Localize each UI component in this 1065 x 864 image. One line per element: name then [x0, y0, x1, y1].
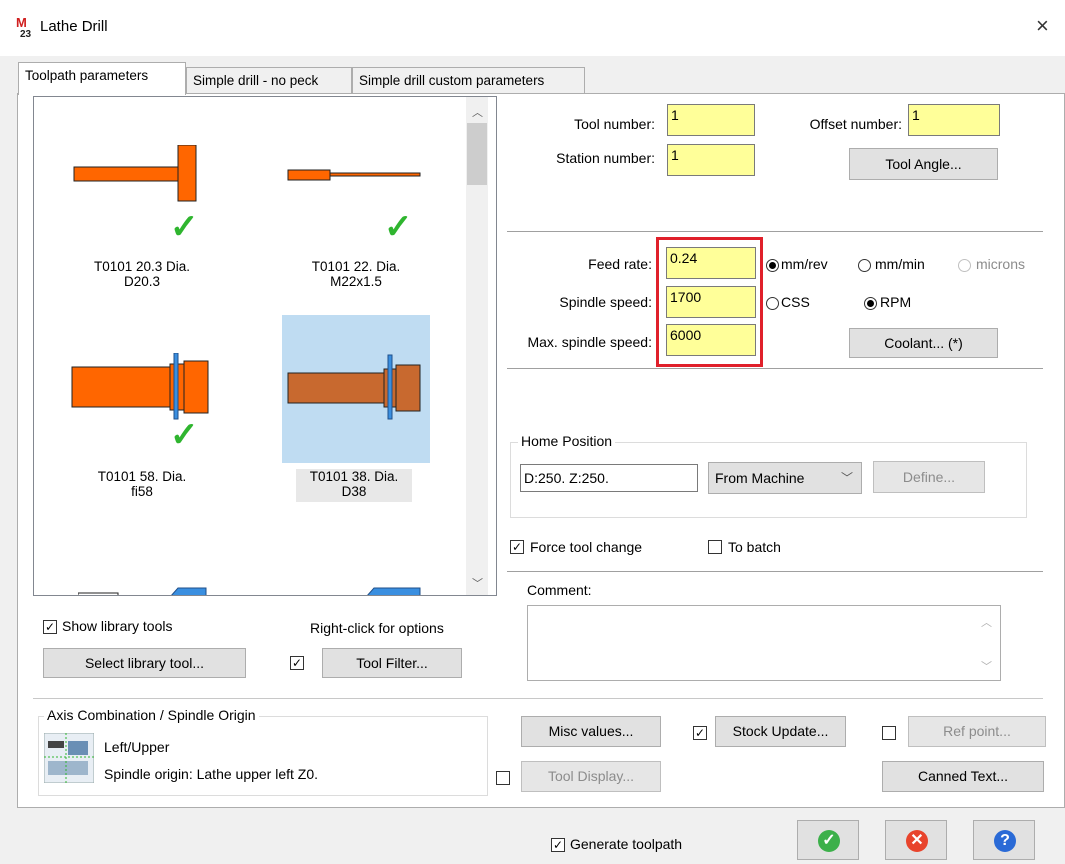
- to-batch-checkbox[interactable]: [708, 540, 722, 554]
- spindle-origin: Spindle origin: Lathe upper left Z0.: [104, 766, 319, 782]
- tab-simple-drill-no-peck[interactable]: Simple drill - no peck: [186, 67, 352, 93]
- tool-label-3[interactable]: T0101 58. Dia. fi58: [62, 469, 222, 499]
- canned-text-button[interactable]: Canned Text...: [882, 761, 1044, 792]
- offset-number-input[interactable]: 1: [908, 104, 1000, 136]
- show-library-label: Show library tools: [62, 618, 173, 634]
- tab-toolpath-parameters[interactable]: Toolpath parameters: [18, 62, 186, 95]
- force-tool-change-checkbox[interactable]: ✓: [510, 540, 524, 554]
- tool-image-partial: [78, 587, 207, 595]
- feed-rate-label: Feed rate:: [588, 256, 652, 272]
- tool-check-icon: ✓: [170, 208, 199, 246]
- help-icon: ?: [994, 830, 1016, 852]
- tool-display-checkbox[interactable]: [496, 771, 510, 785]
- coolant-button[interactable]: Coolant... (*): [849, 328, 998, 358]
- station-number-input[interactable]: 1: [667, 144, 755, 176]
- tool-image-1[interactable]: [72, 145, 212, 205]
- svg-text:M: M: [16, 15, 27, 30]
- force-tool-change-label: Force tool change: [530, 539, 643, 555]
- axis-origin-icon[interactable]: [44, 733, 94, 783]
- app-logo-icon: M 23: [16, 15, 32, 38]
- tool-label-1[interactable]: T0101 20.3 Dia. D20.3: [62, 259, 222, 289]
- tool-display-button[interactable]: Tool Display...: [521, 761, 661, 792]
- highlight-box: [656, 237, 763, 367]
- css-radio[interactable]: [766, 297, 779, 310]
- tool-label-4[interactable]: T0101 38. Dia. D38: [296, 469, 412, 502]
- misc-values-button[interactable]: Misc values...: [521, 716, 661, 747]
- tool-image-partial: [367, 587, 421, 595]
- mm-rev-label: mm/rev: [781, 256, 828, 272]
- axis-position: Left/Upper: [104, 739, 170, 755]
- check-icon: ✓: [818, 830, 840, 852]
- right-click-hint: Right-click for options: [310, 620, 444, 636]
- mm-min-label: mm/min: [875, 256, 925, 272]
- microns-radio[interactable]: [958, 259, 971, 272]
- ref-point-button[interactable]: Ref point...: [908, 716, 1046, 747]
- scrollbar-thumb[interactable]: [467, 123, 487, 185]
- tool-label-2[interactable]: T0101 22. Dia. M22x1.5: [276, 259, 436, 289]
- home-position-title: Home Position: [518, 433, 616, 449]
- axis-group-title: Axis Combination / Spindle Origin: [44, 707, 259, 723]
- home-source-value: From Machine: [715, 470, 805, 486]
- rpm-radio[interactable]: [864, 297, 877, 310]
- tool-filter-checkbox[interactable]: ✓: [290, 656, 304, 670]
- ref-point-checkbox[interactable]: [882, 726, 896, 740]
- separator: [33, 698, 1043, 699]
- max-spindle-label: Max. spindle speed:: [527, 334, 652, 350]
- separator: [507, 571, 1043, 572]
- show-library-checkbox[interactable]: ✓: [43, 620, 57, 634]
- select-library-tool-button[interactable]: Select library tool...: [43, 648, 246, 678]
- scroll-up-icon[interactable]: ︿: [981, 614, 992, 630]
- tool-image-4[interactable]: [286, 353, 426, 423]
- microns-label: microns: [976, 256, 1026, 272]
- svg-text:23: 23: [20, 29, 32, 38]
- comment-label: Comment:: [527, 582, 592, 598]
- stock-update-checkbox[interactable]: ✓: [693, 726, 707, 740]
- mm-rev-radio[interactable]: [766, 259, 779, 272]
- comment-textarea[interactable]: [527, 605, 1001, 681]
- axis-group: [38, 716, 488, 796]
- offset-number-label: Offset number:: [809, 116, 902, 132]
- help-button[interactable]: ?: [973, 820, 1035, 860]
- station-number-label: Station number:: [556, 150, 655, 166]
- tool-check-icon: ✓: [384, 208, 413, 246]
- ok-button[interactable]: ✓: [797, 820, 859, 860]
- home-source-select[interactable]: From Machine ﹀: [708, 462, 862, 494]
- scroll-up-icon[interactable]: ︿: [472, 104, 483, 120]
- separator: [507, 231, 1043, 232]
- tool-angle-button[interactable]: Tool Angle...: [849, 148, 998, 180]
- generate-toolpath-checkbox[interactable]: ✓: [551, 838, 565, 852]
- rpm-label: RPM: [880, 294, 912, 310]
- title-bar: [0, 0, 1065, 56]
- tool-list[interactable]: ✓ T0101 20.3 Dia. D20.3 ✓ T0101 22. Dia. M…: [33, 96, 497, 596]
- tool-image-3[interactable]: [70, 353, 220, 423]
- tool-filter-button[interactable]: Tool Filter...: [322, 648, 462, 678]
- generate-toolpath-label: Generate toolpath: [570, 836, 683, 852]
- tool-number-label: Tool number:: [574, 116, 655, 132]
- scroll-down-icon[interactable]: ﹀: [981, 658, 992, 674]
- separator: [507, 368, 1043, 369]
- tab-simple-drill-custom[interactable]: Simple drill custom parameters: [352, 67, 585, 93]
- css-label: CSS: [781, 294, 810, 310]
- to-batch-label: To batch: [728, 539, 781, 555]
- close-icon[interactable]: ×: [1036, 14, 1049, 38]
- scroll-down-icon[interactable]: ﹀: [472, 575, 483, 591]
- home-coords-input[interactable]: D:250. Z:250.: [520, 464, 698, 492]
- chevron-down-icon: ﹀: [841, 471, 854, 485]
- cancel-button[interactable]: ✕: [885, 820, 947, 860]
- tool-number-input[interactable]: 1: [667, 104, 755, 136]
- mm-min-radio[interactable]: [858, 259, 871, 272]
- window-title: Lathe Drill: [40, 18, 108, 35]
- tool-check-icon: ✓: [170, 416, 199, 454]
- tool-image-2[interactable]: [286, 167, 426, 187]
- stock-update-button[interactable]: Stock Update...: [715, 716, 846, 747]
- spindle-speed-label: Spindle speed:: [559, 294, 652, 310]
- define-button[interactable]: Define...: [873, 461, 985, 493]
- close-icon: ✕: [906, 830, 928, 852]
